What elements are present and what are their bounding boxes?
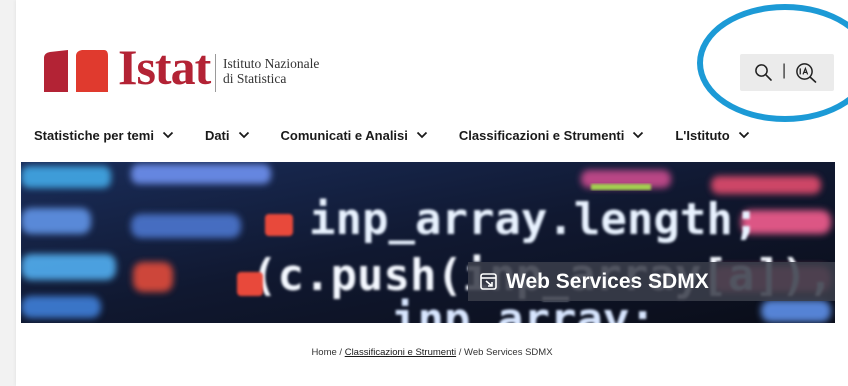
main-nav: Statistiche per temi Dati Comunicati e A… bbox=[34, 125, 750, 145]
logo-wordmark: Istat bbox=[118, 39, 211, 95]
nav-item-istituto[interactable]: L'Istituto bbox=[675, 125, 749, 145]
nav-item-label: Comunicati e Analisi bbox=[280, 127, 408, 143]
chevron-down-icon bbox=[238, 131, 249, 139]
logo-subtitle: Istituto Nazionale di Statistica bbox=[223, 56, 319, 86]
nav-item-label: Classificazioni e Strumenti bbox=[458, 127, 625, 143]
search-icon[interactable] bbox=[754, 63, 773, 82]
breadcrumb-current: Web Services SDMX bbox=[464, 347, 553, 358]
logo-divider bbox=[215, 54, 216, 92]
breadcrumb: Home / Classificazioni e Strumenti / Web… bbox=[16, 347, 848, 358]
page-title: Web Services SDMX bbox=[506, 269, 709, 293]
nav-item-label: Dati bbox=[204, 127, 230, 143]
ia-icon[interactable] bbox=[795, 62, 817, 83]
tools-separator: | bbox=[782, 62, 787, 79]
logo-mark-icon bbox=[44, 50, 108, 92]
logo-subtitle-line1: Istituto Nazionale bbox=[223, 56, 320, 71]
page: Istat Istituto Nazionale di Statistica |… bbox=[16, 0, 848, 386]
nav-item-statistiche[interactable]: Statistiche per temi bbox=[34, 125, 174, 145]
chevron-down-icon bbox=[738, 131, 749, 139]
nav-item-label: L'Istituto bbox=[675, 127, 730, 143]
breadcrumb-home[interactable]: Home bbox=[311, 347, 336, 358]
nav-item-classificazioni[interactable]: Classificazioni e Strumenti bbox=[459, 125, 644, 145]
external-window-icon bbox=[480, 273, 497, 290]
nav-item-label: Statistiche per temi bbox=[34, 127, 154, 143]
chevron-down-icon bbox=[162, 131, 174, 139]
istat-logo[interactable]: Istat Istituto Nazionale di Statistica bbox=[40, 39, 340, 98]
logo-subtitle-line2: di Statistica bbox=[223, 71, 287, 86]
breadcrumb-section[interactable]: Classificazioni e Strumenti bbox=[345, 347, 456, 358]
nav-item-dati[interactable]: Dati bbox=[205, 125, 250, 145]
nav-item-comunicati[interactable]: Comunicati e Analisi bbox=[281, 125, 428, 145]
chevron-down-icon bbox=[416, 131, 428, 139]
header-tools: | bbox=[740, 54, 834, 91]
banner-title-box: Web Services SDMX bbox=[468, 262, 835, 301]
chevron-down-icon bbox=[633, 131, 644, 139]
code-line-1: inp_array.length; bbox=[309, 194, 759, 245]
